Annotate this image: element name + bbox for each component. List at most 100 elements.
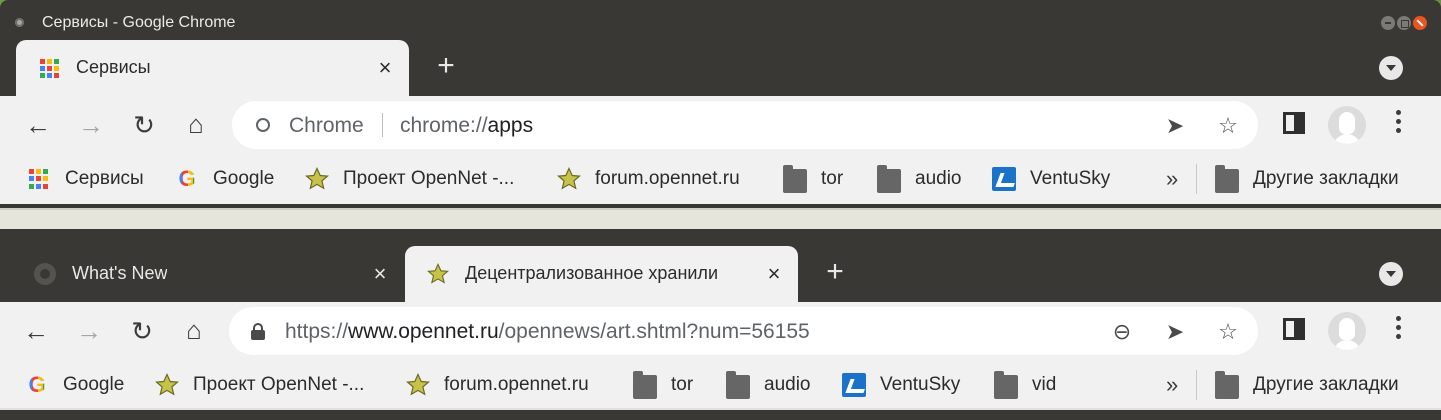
- bookmark-label: forum.opennet.ru: [595, 168, 740, 189]
- star-icon: [155, 373, 179, 396]
- bookmarks-separator: [1196, 164, 1197, 194]
- side-panel-icon[interactable]: [1283, 318, 1305, 340]
- bookmark-folder-tor[interactable]: tor: [783, 164, 844, 193]
- bookmark-label: VentuSky: [1030, 168, 1111, 189]
- bookmark-opennet[interactable]: Проект OpenNet -...: [305, 167, 514, 191]
- tab-close-icon[interactable]: ×: [375, 57, 395, 79]
- menu-kebab-icon[interactable]: [1396, 316, 1402, 342]
- bookmarks-bar: Сервисы G Google Проект OpenNet -... for…: [0, 154, 1441, 204]
- side-panel-icon[interactable]: [1283, 112, 1305, 134]
- tab-close-icon[interactable]: ×: [370, 263, 390, 285]
- window-controls: [1381, 16, 1427, 30]
- window-overlap-edge: [0, 229, 1441, 238]
- address-bar[interactable]: Chrome chrome://apps ➤ ☆: [232, 101, 1258, 149]
- url-text[interactable]: chrome://apps: [400, 114, 533, 138]
- url-path: /opennews/art.shtml?num=56155: [498, 320, 810, 343]
- bookmark-star-icon[interactable]: ☆: [1215, 113, 1241, 139]
- omnibox-separator: [382, 113, 383, 137]
- profile-avatar[interactable]: [1328, 106, 1366, 144]
- close-window-button[interactable]: [1413, 16, 1427, 30]
- menu-kebab-icon[interactable]: [1396, 110, 1402, 136]
- tab-close-icon[interactable]: ×: [764, 263, 784, 285]
- ventusky-icon: [842, 373, 866, 397]
- tab-title: What's New: [72, 263, 168, 283]
- back-button[interactable]: ←: [20, 315, 52, 347]
- reload-button[interactable]: ↻: [128, 109, 160, 141]
- tab-search-icon[interactable]: [1379, 262, 1403, 286]
- folder-icon: [633, 370, 657, 399]
- tab-strip: Сервисы × +: [0, 40, 1441, 96]
- url-domain: www.opennet.ru: [348, 320, 499, 343]
- other-bookmarks-folder[interactable]: Другие закладки: [1215, 370, 1399, 399]
- folder-icon: [726, 370, 750, 399]
- bookmark-label: VentuSky: [880, 374, 961, 395]
- home-button[interactable]: ⌂: [180, 108, 212, 140]
- new-tab-button[interactable]: +: [434, 51, 458, 81]
- other-bookmarks-folder[interactable]: Другие закладки: [1215, 164, 1399, 193]
- bookmark-label: tor: [821, 168, 844, 189]
- tab-title: Децентрализованное хранили: [465, 263, 718, 283]
- bookmark-label: Другие закладки: [1253, 168, 1399, 189]
- bookmark-ventusky[interactable]: VentuSky: [992, 167, 1110, 191]
- profile-avatar[interactable]: [1328, 312, 1366, 350]
- forward-button[interactable]: →: [73, 315, 105, 347]
- forward-button[interactable]: →: [75, 109, 107, 141]
- home-button[interactable]: ⌂: [178, 314, 210, 346]
- window-titlebar[interactable]: Сервисы - Google Chrome: [0, 0, 1441, 40]
- bookmarks-separator: [1196, 370, 1197, 400]
- tab-search-icon[interactable]: [1379, 56, 1403, 80]
- address-bar[interactable]: https://www.opennet.ru/opennews/art.shtm…: [229, 307, 1258, 355]
- more-bookmarks-chevron[interactable]: »: [1166, 372, 1178, 398]
- bookmark-google[interactable]: G Google: [25, 373, 124, 397]
- send-to-devices-icon[interactable]: ➤: [1162, 113, 1188, 139]
- bookmark-folder-audio[interactable]: audio: [877, 164, 962, 193]
- bookmark-folder-tor[interactable]: tor: [633, 370, 694, 399]
- omnibox-chip: Chrome: [289, 114, 364, 137]
- maximize-button[interactable]: [1397, 16, 1411, 30]
- star-icon: [406, 373, 430, 396]
- back-button[interactable]: ←: [22, 109, 54, 141]
- bookmark-apps[interactable]: Сервисы: [27, 167, 144, 191]
- google-icon: G: [25, 373, 49, 397]
- more-bookmarks-chevron[interactable]: »: [1166, 166, 1178, 192]
- folder-icon: [1215, 164, 1239, 193]
- folder-icon: [783, 164, 807, 193]
- tab-opennet-article[interactable]: Децентрализованное хранили ×: [405, 246, 798, 302]
- folder-icon: [877, 164, 901, 193]
- tab-whats-new[interactable]: What's New ×: [12, 246, 404, 302]
- browser-window-opennet: What's New × Децентрализованное хранили …: [0, 238, 1441, 420]
- bookmark-label: Проект OpenNet -...: [343, 168, 515, 189]
- zoom-out-icon[interactable]: ⊖: [1109, 319, 1135, 345]
- send-to-devices-icon[interactable]: ➤: [1162, 319, 1188, 345]
- bookmark-label: Другие закладки: [1253, 374, 1399, 395]
- reload-button[interactable]: ↻: [126, 315, 158, 347]
- window-title: Сервисы - Google Chrome: [42, 14, 236, 31]
- star-icon: [305, 167, 329, 190]
- window-menu-icon[interactable]: [15, 18, 24, 27]
- bookmark-forum-opennet[interactable]: forum.opennet.ru: [557, 167, 740, 191]
- bookmark-star-icon[interactable]: ☆: [1215, 319, 1241, 345]
- bookmark-opennet[interactable]: Проект OpenNet -...: [155, 373, 364, 397]
- url-scheme: https://: [285, 320, 349, 343]
- url-text[interactable]: https://www.opennet.ru/opennews/art.shtm…: [285, 320, 810, 344]
- new-tab-button[interactable]: +: [823, 257, 847, 287]
- star-icon: [427, 263, 449, 284]
- url-domain: apps: [487, 114, 534, 137]
- bookmark-ventusky[interactable]: VentuSky: [842, 373, 960, 397]
- browser-window-apps: Сервисы - Google Chrome Сервисы × + ← → …: [0, 0, 1441, 238]
- tab-apps[interactable]: Сервисы ×: [16, 40, 409, 96]
- bookmark-label: Google: [63, 374, 125, 395]
- minimize-button[interactable]: [1381, 16, 1395, 30]
- bookmark-google[interactable]: G Google: [175, 167, 274, 191]
- star-icon: [557, 167, 581, 190]
- bookmark-label: Сервисы: [65, 168, 144, 189]
- apps-grid-icon: [38, 57, 60, 79]
- bookmark-forum-opennet[interactable]: forum.opennet.ru: [406, 373, 589, 397]
- bookmark-folder-vid[interactable]: vid: [994, 370, 1057, 399]
- url-scheme: chrome://: [400, 114, 488, 137]
- bookmark-label: tor: [671, 374, 694, 395]
- lock-icon[interactable]: [251, 323, 273, 345]
- tab-title: Сервисы: [76, 57, 151, 77]
- bookmark-folder-audio[interactable]: audio: [726, 370, 811, 399]
- bookmark-label: vid: [1032, 374, 1057, 395]
